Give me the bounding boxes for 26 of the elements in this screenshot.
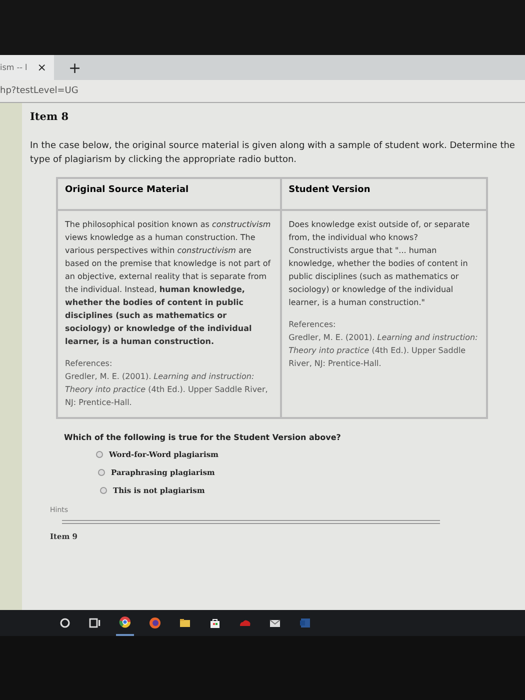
passage-text: Does knowledge exist outside of, or separate from, the individual who knows? Constructivists argue that "... human knowledge, whether the bodies of content in public disciplines (such as mathematics or sociology) or knowledge of the individual learner, is a human construction." xyxy=(288,219,471,309)
references-label: References: xyxy=(288,319,337,331)
radio-button[interactable] xyxy=(98,469,105,476)
column-header: Original Source Material xyxy=(57,178,281,210)
radio-button[interactable] xyxy=(96,451,103,458)
references-label: References: xyxy=(65,358,114,370)
document-icon[interactable] xyxy=(299,617,311,629)
question-text: Which of the following is true for the Student Version above? xyxy=(64,433,342,442)
reference-text: Gredler, M. E. (2001). Learning and instruction: Theory into practice (4th Ed.). Upper Saddle River, NJ: Prentice-Hall. xyxy=(65,371,269,409)
radio-button[interactable] xyxy=(100,487,107,494)
new-tab-button[interactable]: + xyxy=(68,58,82,76)
browser-icon[interactable] xyxy=(119,616,131,628)
passage-text: The philosophical position known as constructivism views knowledge as a human construction. The various perspectives within constructivism are based on the premise that knowledge is not part of an objective, external reality that is separate from the individual. Instead, human knowledge, whether the bodies of content in public disciplines (such as mathematics or sociology) or knowledge of the individual learner, is a human construction. xyxy=(65,219,272,348)
item-title: Item 8 xyxy=(30,111,70,123)
envelope-icon[interactable] xyxy=(269,617,281,629)
instructions-text: In the case below, the original source material is given along with a sample of student work. Determine the type of plagiarism by clicking the appropriate radio button. xyxy=(30,140,515,167)
folder-icon[interactable] xyxy=(179,617,191,629)
circle-icon[interactable] xyxy=(59,617,71,629)
cloud-icon[interactable] xyxy=(239,617,251,629)
browser-tab[interactable]: ism -- l × xyxy=(0,55,54,80)
task-view-icon[interactable] xyxy=(89,617,101,629)
address-bar[interactable]: hp?testLevel=UG xyxy=(0,80,525,103)
shopping-bag-icon[interactable] xyxy=(209,617,221,629)
column-header: Student Version xyxy=(280,178,487,210)
close-icon[interactable]: × xyxy=(37,61,46,74)
reference-text: Gredler, M. E. (2001). Learning and instruction: Theory into practice (4th Ed.). Upper Saddle River, NJ: Prentice-Hall. xyxy=(288,332,479,370)
